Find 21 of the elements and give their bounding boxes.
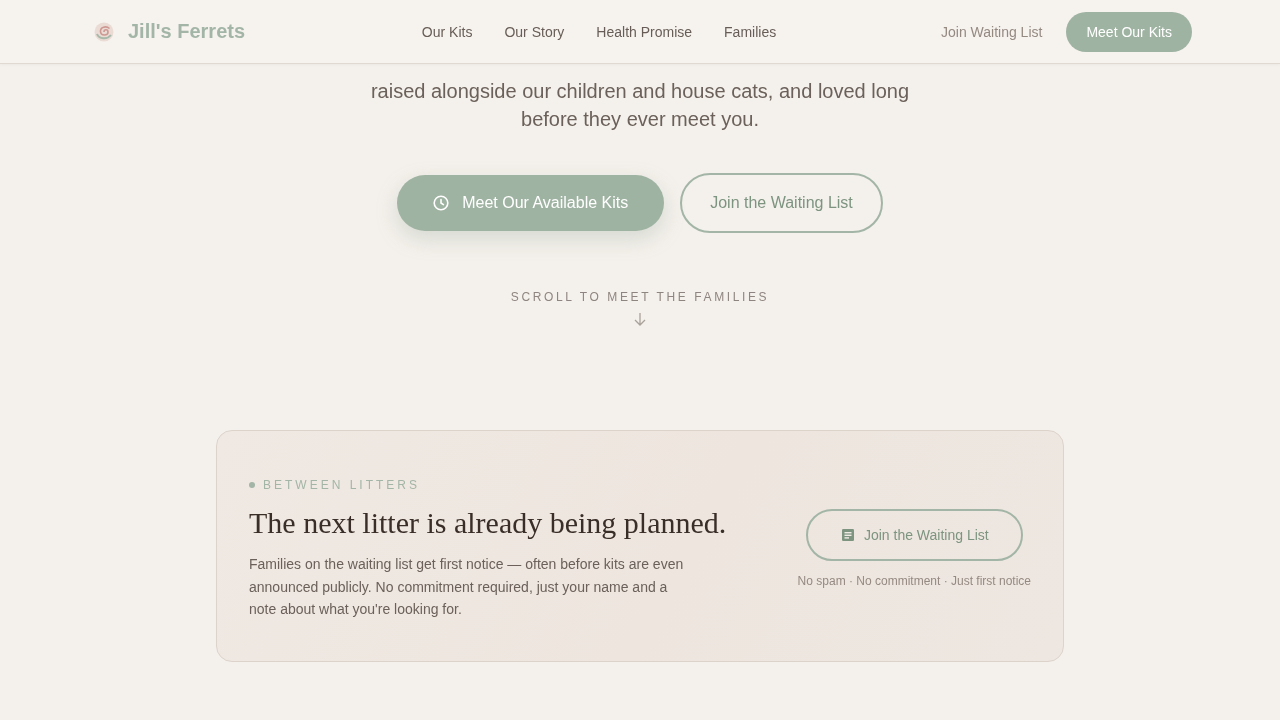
down-arrow-icon — [633, 312, 647, 326]
reassurance-note: No spam · No commitment · Just first notice — [797, 572, 1031, 589]
document-icon — [841, 528, 854, 541]
join-waiting-list-button[interactable]: Join the Waiting List — [805, 508, 1023, 561]
clock-icon — [433, 195, 450, 211]
available-kits-button[interactable]: Meet Our Available Kits — [397, 175, 665, 231]
card-heading: The next litter is already being planned. — [249, 505, 727, 541]
nav-link[interactable]: Our Story — [504, 23, 565, 40]
swirl-logo-icon[interactable] — [94, 21, 114, 42]
join-waiting-list-button[interactable]: Join the Waiting List — [680, 173, 883, 233]
nav-link[interactable]: Health Promise — [596, 23, 693, 40]
scroll-hint-text: SCROLL TO MEET THE FAMILIES — [510, 290, 770, 304]
meet-kits-button[interactable]: Meet Our Kits — [1066, 11, 1192, 52]
nav-link[interactable]: Families — [724, 23, 777, 40]
nav-link[interactable]: Our Kits — [421, 23, 473, 40]
waiting-list-link[interactable]: Join Waiting List — [941, 23, 1043, 40]
dot-icon — [249, 482, 255, 488]
hero-intro-text: raised alongside our children and house cats, and loved long before they ever meet you. — [369, 79, 911, 132]
card-description: Families on the waiting list get first notice — often before kits are even announced publicly. No commitment required, just your name and a note about what you're looking for. — [249, 555, 685, 619]
eyebrow-label: BETWEEN LITTERS — [263, 477, 420, 493]
brand-name-link[interactable]: Jill's Ferrets — [128, 20, 246, 43]
